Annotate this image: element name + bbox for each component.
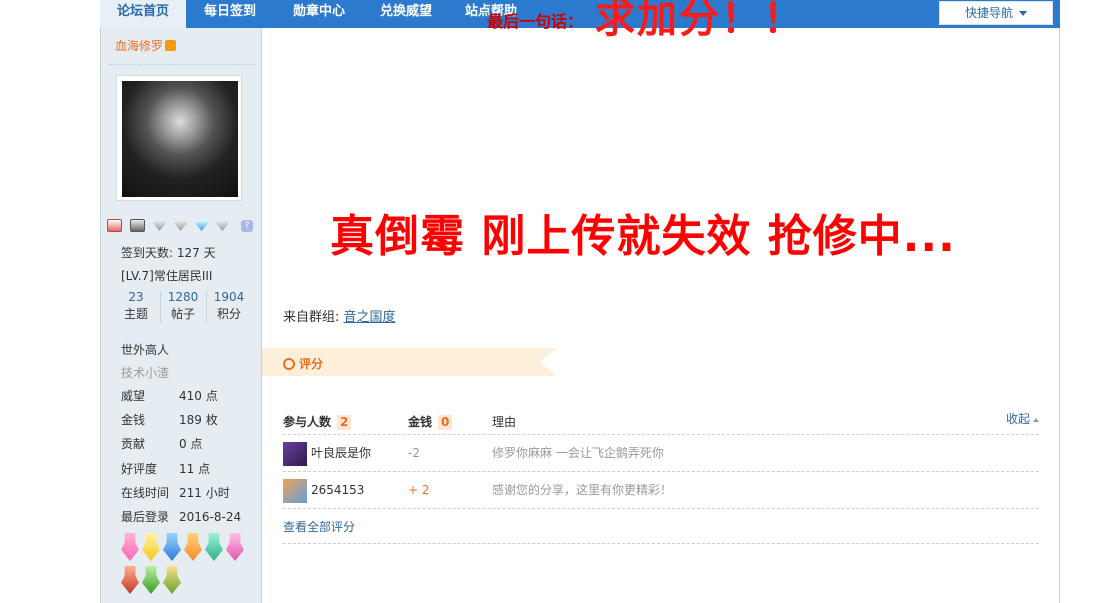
stat-label: 主题 xyxy=(123,307,148,321)
stat-posts[interactable]: 1280 帖子 xyxy=(160,289,206,323)
diamond-icon[interactable] xyxy=(216,220,229,231)
field-key: 金钱 xyxy=(121,413,146,427)
field-last-login: 最后登录 2016-8-24 xyxy=(121,508,241,525)
stat-label: 帖子 xyxy=(170,307,195,321)
group-source: 来自群组: 音之国度 xyxy=(283,306,396,325)
diamond-icon[interactable] xyxy=(153,220,166,231)
rating-amount: + 2 xyxy=(408,483,430,497)
field-key: 好评度 xyxy=(121,462,158,476)
collapse-label: 收起 xyxy=(1005,412,1030,426)
nav-daily-checkin[interactable]: 每日签到 xyxy=(192,0,268,26)
checkin-days: 签到天数: 127 天 xyxy=(121,246,216,260)
dark-gem-icon[interactable] xyxy=(130,219,145,232)
medal-list xyxy=(121,533,251,599)
field-value: 11 点 xyxy=(179,462,211,476)
post-headline: 真倒霉 刚上传就失效 抢修中... xyxy=(330,211,956,262)
nav-medal-center[interactable]: 勋章中心 xyxy=(281,0,357,26)
nav-forum-home[interactable]: 论坛首页 xyxy=(100,0,186,28)
gem-badges: ? xyxy=(107,218,261,234)
medal-icon[interactable] xyxy=(205,533,223,561)
last-words-text: 求加分！！ xyxy=(595,0,805,42)
field-prestige: 威望 410 点 xyxy=(121,387,218,404)
header-participants-label: 参与人数 xyxy=(283,415,332,429)
field-key: 贡献 xyxy=(121,437,146,451)
stat-value: 1280 xyxy=(167,290,199,304)
divider xyxy=(283,543,1039,544)
field-key: 在线时间 xyxy=(121,486,170,500)
user-title: 世外高人 xyxy=(121,343,170,357)
stat-value: 23 xyxy=(128,290,144,304)
stat-topics[interactable]: 23 主题 xyxy=(113,289,159,323)
user-subtitle: 技术小渣 xyxy=(121,366,170,380)
diamond-icon[interactable] xyxy=(174,220,187,231)
user-stats: 23 主题 1280 帖子 1904 积分 xyxy=(113,289,253,325)
divider xyxy=(109,64,255,65)
chevron-up-icon xyxy=(1033,417,1039,422)
avatar[interactable] xyxy=(283,441,307,466)
username-row: 血海修罗 xyxy=(115,37,177,54)
table-row: 2654153 + 2 感谢您的分享，这里有你更精彩！ xyxy=(283,472,1039,509)
blue-diamond-icon[interactable] xyxy=(195,220,208,231)
rating-amount: -2 xyxy=(408,446,420,460)
field-value: 2016-8-24 xyxy=(179,510,242,524)
field-contribution: 贡献 0 点 xyxy=(121,435,202,452)
circle-icon xyxy=(283,358,295,370)
quick-nav-button[interactable]: 快捷导航 xyxy=(939,1,1053,25)
rater-cell[interactable]: 叶良辰是你 xyxy=(283,435,371,471)
red-gem-icon[interactable] xyxy=(107,219,122,232)
username-link[interactable]: 血海修罗 xyxy=(115,39,163,53)
field-key: 威望 xyxy=(121,389,146,403)
field-rating: 好评度 11 点 xyxy=(121,460,210,477)
group-link[interactable]: 音之国度 xyxy=(344,310,396,325)
collapse-button[interactable]: 收起 xyxy=(1006,404,1039,434)
medal-icon[interactable] xyxy=(121,566,139,594)
avatar[interactable] xyxy=(283,478,307,503)
avatar[interactable] xyxy=(116,75,242,201)
nav-exchange-prestige[interactable]: 兑换威望 xyxy=(368,0,444,26)
field-money: 金钱 189 枚 xyxy=(121,411,218,428)
stat-value: 1904 xyxy=(213,290,245,304)
medal-icon[interactable] xyxy=(226,533,244,561)
chevron-down-icon xyxy=(1019,11,1027,16)
rater-name[interactable]: 2654153 xyxy=(311,483,364,497)
medal-icon[interactable] xyxy=(142,533,160,561)
medal-icon[interactable] xyxy=(184,533,202,561)
avatar-image xyxy=(122,81,238,197)
field-value: 410 点 xyxy=(179,389,218,403)
rating-section-label: 评分 xyxy=(299,357,324,371)
quick-nav-label: 快捷导航 xyxy=(964,6,1013,20)
field-key: 最后登录 xyxy=(121,510,170,524)
medal-icon[interactable] xyxy=(142,566,160,594)
table-row: 叶良辰是你 -2 修罗你麻麻 一会让飞企鹅弄死你 xyxy=(283,435,1039,472)
user-level[interactable]: [LV.7]常住居民III xyxy=(121,267,212,284)
view-all-ratings-link[interactable]: 查看全部评分 xyxy=(283,518,355,535)
header-money-label: 金钱 xyxy=(408,415,433,429)
medal-icon[interactable] xyxy=(163,533,181,561)
vip-badge-icon xyxy=(165,40,177,51)
rating-header-row: 参与人数 2 金钱 0 理由 收起 xyxy=(283,404,1039,435)
stat-label: 积分 xyxy=(216,307,241,321)
field-value: 0 点 xyxy=(179,437,203,451)
participants-count: 2 xyxy=(337,415,352,430)
rater-name[interactable]: 叶良辰是你 xyxy=(311,446,371,460)
medal-icon[interactable] xyxy=(121,533,139,561)
stat-points[interactable]: 1904 积分 xyxy=(206,289,252,323)
help-icon[interactable]: ? xyxy=(241,219,253,232)
rating-reason: 感谢您的分享，这里有你更精彩！ xyxy=(492,483,673,497)
field-value: 211 小时 xyxy=(179,486,230,500)
rater-cell[interactable]: 2654153 xyxy=(283,472,364,508)
rating-reason: 修罗你麻麻 一会让飞企鹅弄死你 xyxy=(492,446,664,460)
group-prefix: 来自群组: xyxy=(283,310,344,325)
money-total: 0 xyxy=(438,415,453,430)
last-words-label: 最后一句话： xyxy=(487,12,584,31)
field-value: 189 枚 xyxy=(179,413,218,427)
user-sidebar: 血海修罗 ? 签到天数: 127 天 [LV.7]常住居民III 23 主题 12… xyxy=(101,28,262,603)
medal-icon[interactable] xyxy=(163,566,181,594)
rating-table: 参与人数 2 金钱 0 理由 收起 叶良辰是你 -2 修罗你麻麻 一会让飞企鹅弄死你… xyxy=(283,404,1039,509)
field-online-time: 在线时间 211 小时 xyxy=(121,484,230,501)
